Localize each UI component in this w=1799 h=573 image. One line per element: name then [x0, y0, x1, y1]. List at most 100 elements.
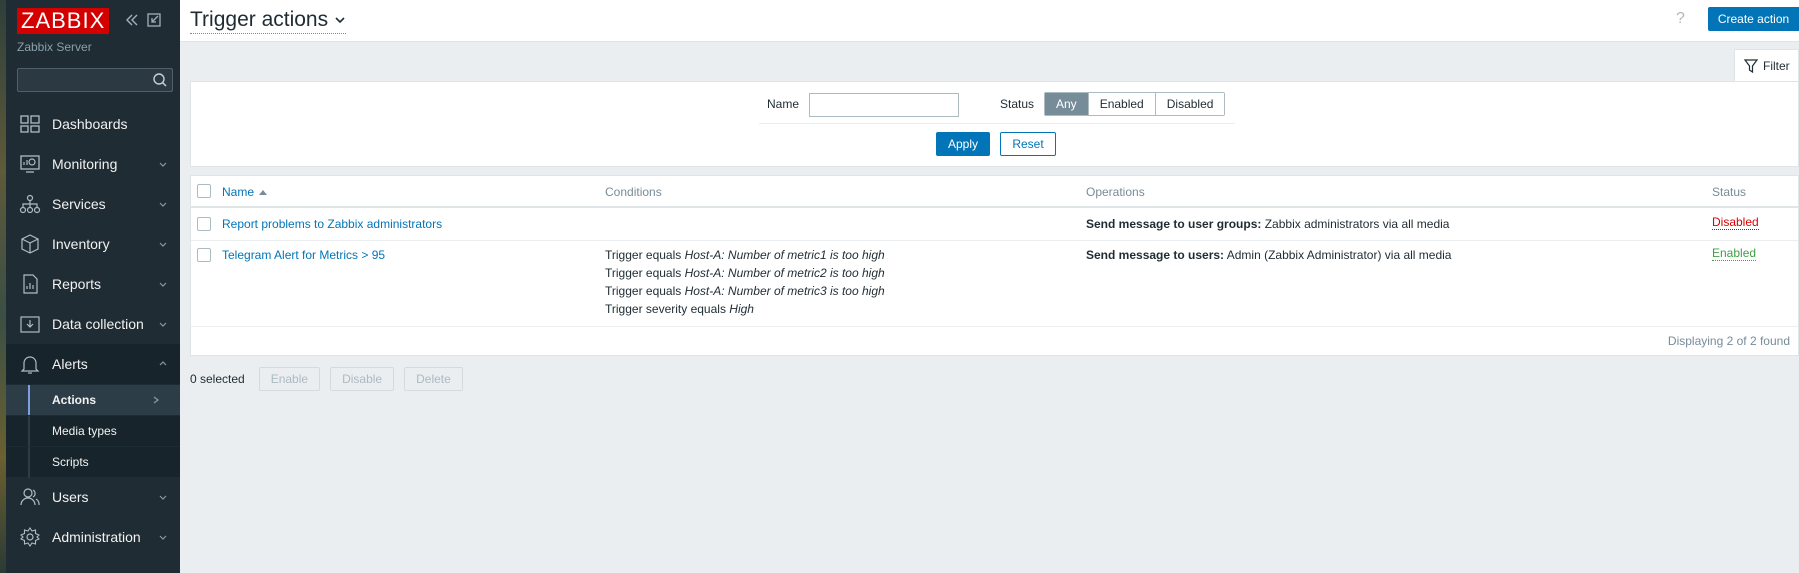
condition-value: High: [729, 302, 754, 316]
menu-label-monitoring: Monitoring: [52, 156, 118, 172]
status-toggle[interactable]: Enabled: [1712, 246, 1757, 261]
filter-status-label: Status: [1000, 97, 1035, 111]
menu-label-services: Services: [52, 196, 106, 212]
table-footer-count: Displaying 2 of 2 found: [1667, 334, 1790, 348]
operation-detail: Zabbix administrators via all media: [1261, 217, 1450, 231]
reports-icon: [23, 274, 38, 294]
menu-label-data-collection: Data collection: [52, 316, 144, 332]
condition-value: Host-A: Number of metric3 is too high: [684, 284, 885, 298]
menu-item-monitoring[interactable]: Monitoring: [6, 144, 180, 184]
condition-line: Trigger equals Host-A: Number of metric1…: [605, 246, 885, 264]
submenu-item-actions[interactable]: Actions: [6, 384, 180, 416]
filter-status-any[interactable]: Any: [1045, 93, 1089, 115]
status-toggle[interactable]: Disabled: [1712, 215, 1759, 230]
submenu-item-scripts[interactable]: Scripts: [6, 446, 180, 478]
conditions-cell: Trigger equals Host-A: Number of metric1…: [605, 246, 885, 318]
table-row: Report problems to Zabbix administrators…: [191, 210, 1798, 241]
filter-tab[interactable]: Filter: [1734, 49, 1799, 82]
chevron-right-icon: [153, 396, 159, 404]
row-checkbox[interactable]: [197, 217, 211, 231]
submenu-label-scripts: Scripts: [52, 455, 89, 469]
condition-prefix: Trigger equals: [605, 266, 685, 280]
gear-icon: [20, 527, 40, 547]
menu-item-inventory[interactable]: Inventory: [6, 224, 180, 264]
dashboards-icon: [20, 115, 40, 133]
actions-table: Name Conditions Operations Status Report…: [190, 175, 1799, 356]
table-row: Telegram Alert for Metrics > 95 Trigger …: [191, 241, 1798, 327]
server-name: Zabbix Server: [17, 40, 92, 54]
submenu-label-actions: Actions: [52, 393, 97, 407]
filter-name-label: Name: [767, 97, 800, 111]
table-header-row: Name Conditions Operations Status: [191, 176, 1798, 208]
filter-name-input[interactable]: [809, 93, 959, 117]
search-icon[interactable]: [152, 72, 168, 88]
action-name-link[interactable]: Report problems to Zabbix administrators: [222, 215, 442, 233]
operation-detail: Admin (Zabbix Administrator) via all med…: [1224, 248, 1452, 262]
menu-label-dashboards: Dashboards: [52, 116, 128, 132]
select-all-checkbox[interactable]: [197, 184, 211, 198]
alerts-submenu: Actions Media types Scripts: [6, 384, 180, 478]
action-name-link[interactable]: Telegram Alert for Metrics > 95: [222, 246, 385, 264]
condition-prefix: Trigger equals: [605, 284, 685, 298]
column-header-conditions: Conditions: [605, 185, 662, 199]
sidebar-search-input[interactable]: [18, 69, 148, 91]
page-header: Trigger actions ? Create action: [180, 0, 1799, 42]
chevron-down-icon: [159, 535, 167, 540]
menu-item-administration[interactable]: Administration: [6, 517, 180, 557]
condition-line: Trigger equals Host-A: Number of metric2…: [605, 264, 885, 282]
submenu-indent-line: [28, 416, 30, 447]
operation-type: Send message to user groups:: [1086, 217, 1262, 231]
column-name-label: Name: [222, 185, 255, 199]
menu-label-inventory: Inventory: [52, 236, 110, 252]
condition-value: Host-A: Number of metric1 is too high: [684, 248, 885, 262]
menu-item-users[interactable]: Users: [6, 477, 180, 517]
chevron-down-icon: [159, 322, 167, 327]
monitoring-icon: [20, 155, 40, 173]
condition-line: Trigger severity equals High: [605, 300, 885, 318]
reset-button[interactable]: Reset: [1000, 132, 1056, 156]
menu-item-alerts[interactable]: Alerts: [6, 344, 180, 384]
menu-item-reports[interactable]: Reports: [6, 264, 180, 304]
filter-status-enabled[interactable]: Enabled: [1088, 93, 1156, 115]
filter-status-segmented: Any Enabled Disabled: [1044, 92, 1226, 116]
menu-label-users: Users: [52, 489, 89, 505]
apply-button[interactable]: Apply: [936, 132, 990, 156]
sidebar-search: [17, 68, 173, 92]
menu-item-data-collection[interactable]: Data collection: [6, 304, 180, 344]
services-icon: [19, 194, 41, 214]
collapse-sidebar-icon[interactable]: [124, 12, 140, 28]
page-title-dropdown[interactable]: Trigger actions: [190, 8, 347, 34]
menu-label-administration: Administration: [52, 529, 141, 545]
row-checkbox[interactable]: [197, 248, 211, 262]
column-header-status: Status: [1712, 185, 1747, 199]
submenu-item-media-types[interactable]: Media types: [6, 415, 180, 447]
disable-button[interactable]: Disable: [330, 367, 395, 391]
filter-divider: [759, 123, 1235, 124]
main-menu: Dashboards Monitoring Services Inventory…: [6, 104, 180, 557]
menu-label-reports: Reports: [52, 276, 102, 292]
chevron-down-icon: [159, 162, 167, 167]
selected-count: 0 selected: [190, 372, 245, 386]
condition-value: Host-A: Number of metric2 is too high: [684, 266, 885, 280]
submenu-indent-line: [28, 447, 30, 478]
menu-item-services[interactable]: Services: [6, 184, 180, 224]
delete-button[interactable]: Delete: [404, 367, 463, 391]
chevron-down-icon: [335, 17, 345, 24]
filter-icon: [1743, 59, 1759, 74]
condition-prefix: Trigger equals: [605, 248, 685, 262]
enable-button[interactable]: Enable: [258, 367, 321, 391]
create-action-button[interactable]: Create action: [1708, 7, 1799, 31]
column-header-name[interactable]: Name: [222, 185, 268, 199]
help-icon[interactable]: ?: [1676, 10, 1690, 30]
submenu-label-media-types: Media types: [52, 424, 117, 438]
operation-cell: Send message to user groups: Zabbix admi…: [1086, 215, 1449, 233]
sidebar: ZABBIX Zabbix Server Dashboards Monitori…: [6, 0, 180, 573]
zabbix-logo[interactable]: ZABBIX: [17, 8, 110, 34]
menu-item-dashboards[interactable]: Dashboards: [6, 104, 180, 144]
chevron-down-icon: [159, 242, 167, 247]
hide-sidebar-icon[interactable]: [146, 12, 162, 28]
menu-label-alerts: Alerts: [52, 356, 88, 372]
filter-status-disabled[interactable]: Disabled: [1155, 93, 1225, 115]
data-collection-icon: [20, 316, 40, 333]
sort-ascending-icon: [259, 190, 268, 195]
